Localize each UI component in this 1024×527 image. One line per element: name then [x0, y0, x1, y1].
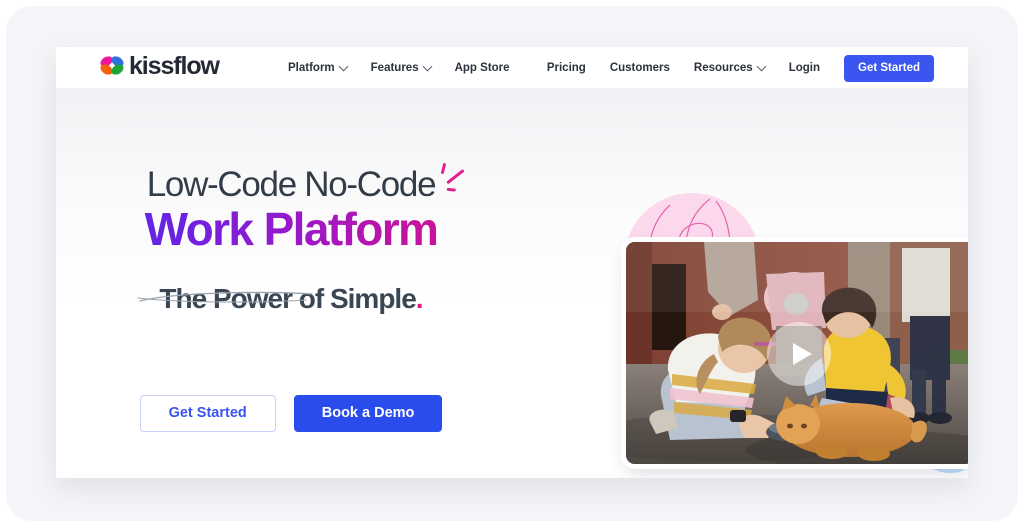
get-started-nav-button[interactable]: Get Started — [844, 54, 934, 82]
chevron-down-icon — [338, 61, 349, 71]
nav-item-features[interactable]: Features — [370, 61, 433, 74]
brand-logo[interactable]: kissflow — [98, 52, 220, 80]
nav-item-label: App Store — [454, 62, 510, 74]
primary-nav: Platform Features App Store — [288, 47, 510, 89]
chevron-down-icon — [422, 61, 433, 71]
video-thumbnail[interactable] — [626, 242, 968, 464]
nav-item-label: Login — [788, 62, 820, 74]
browser-page-card: kissflow Platform Features App Store Pri… — [56, 47, 968, 478]
hero-headline-line1: Low-Code No-Code — [147, 162, 465, 205]
sparkle-stroke-2 — [446, 169, 465, 184]
kissflow-petals-logo — [98, 54, 126, 78]
chevron-down-icon — [756, 61, 767, 71]
nav-item-label: Pricing — [546, 62, 586, 74]
subheadline-accent-dot: . — [415, 283, 424, 314]
brand-wordmark: kissflow — [129, 52, 220, 80]
hand-drawn-underline-swoosh-icon — [137, 291, 313, 303]
nav-item-platform[interactable]: Platform — [288, 61, 349, 74]
hero-cta-group: Get Started Book a Demo — [56, 395, 526, 432]
nav-item-login[interactable]: Login — [789, 62, 820, 74]
nav-item-label: Features — [370, 62, 419, 74]
hero-copy: Low-Code No-Code Work Platform The Power… — [56, 162, 526, 315]
nav-item-customers[interactable]: Customers — [610, 62, 670, 74]
secondary-nav: Pricing Customers Resources Login Get St… — [547, 47, 934, 89]
sparkle-stroke-1 — [440, 162, 447, 175]
screenshot-canvas: kissflow Platform Features App Store Pri… — [0, 0, 1024, 527]
nav-item-label: Platform — [288, 62, 335, 74]
nav-item-pricing[interactable]: Pricing — [547, 62, 586, 74]
nav-item-resources[interactable]: Resources — [693, 61, 767, 74]
book-a-demo-button[interactable]: Book a Demo — [293, 395, 443, 432]
hero-headline-line2: Work Platform — [56, 203, 526, 255]
nav-item-label: Customers — [609, 62, 670, 74]
site-header: kissflow Platform Features App Store Pri… — [56, 47, 968, 89]
play-icon — [793, 343, 812, 365]
nav-item-app-store[interactable]: App Store — [455, 62, 510, 74]
sparkle-lines-icon — [431, 162, 465, 197]
nav-item-label: Resources — [693, 62, 753, 74]
hero-media — [512, 147, 968, 478]
play-button[interactable] — [767, 322, 831, 386]
get-started-hero-button[interactable]: Get Started — [139, 395, 276, 432]
sparkle-stroke-3 — [446, 187, 457, 192]
hero-section: Low-Code No-Code Work Platform The Power… — [56, 89, 968, 478]
